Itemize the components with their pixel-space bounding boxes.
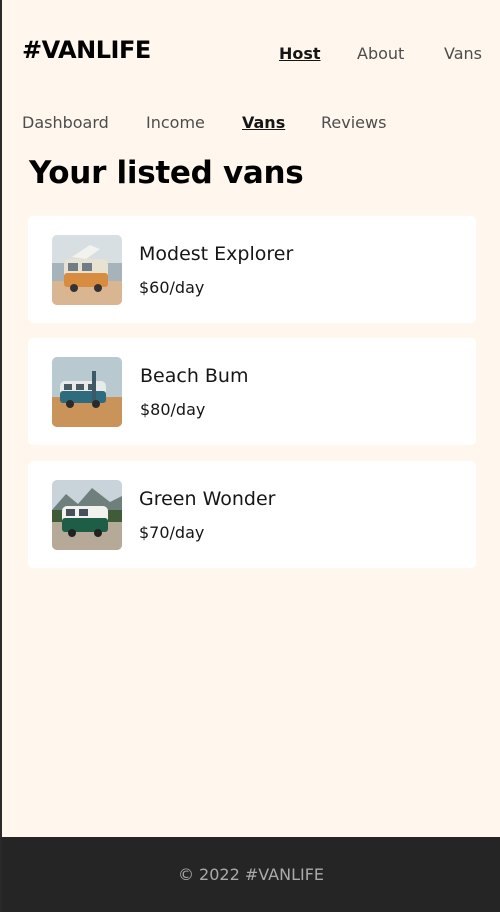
van-name: Beach Bum [140, 365, 249, 387]
nav-link-about[interactable]: About [357, 44, 404, 63]
van-image [52, 480, 122, 550]
window-edge [0, 0, 2, 912]
host-nav-reviews[interactable]: Reviews [321, 113, 386, 132]
van-name: Modest Explorer [139, 243, 294, 265]
site-footer: © 2022 #VANLIFE [2, 837, 500, 912]
nav-link-vans[interactable]: Vans [444, 44, 482, 63]
host-nav-income[interactable]: Income [146, 113, 205, 132]
page-title: Your listed vans [29, 155, 304, 191]
van-card[interactable]: Green Wonder $70/day [28, 461, 476, 568]
van-card[interactable]: Modest Explorer $60/day [28, 216, 476, 323]
van-price: $60/day [139, 278, 205, 297]
nav-link-host[interactable]: Host [279, 44, 321, 63]
van-name: Green Wonder [139, 488, 276, 510]
host-nav-vans[interactable]: Vans [242, 113, 285, 132]
van-price: $80/day [140, 400, 206, 419]
van-image [52, 357, 122, 427]
host-nav-dashboard[interactable]: Dashboard [22, 113, 109, 132]
site-logo[interactable]: #VANLIFE [22, 36, 151, 64]
van-price: $70/day [139, 523, 205, 542]
van-image [52, 235, 122, 305]
van-card[interactable]: Beach Bum $80/day [28, 338, 476, 445]
site-header: #VANLIFE Host About Vans [0, 0, 500, 106]
footer-copyright: © 2022 #VANLIFE [177, 865, 325, 884]
